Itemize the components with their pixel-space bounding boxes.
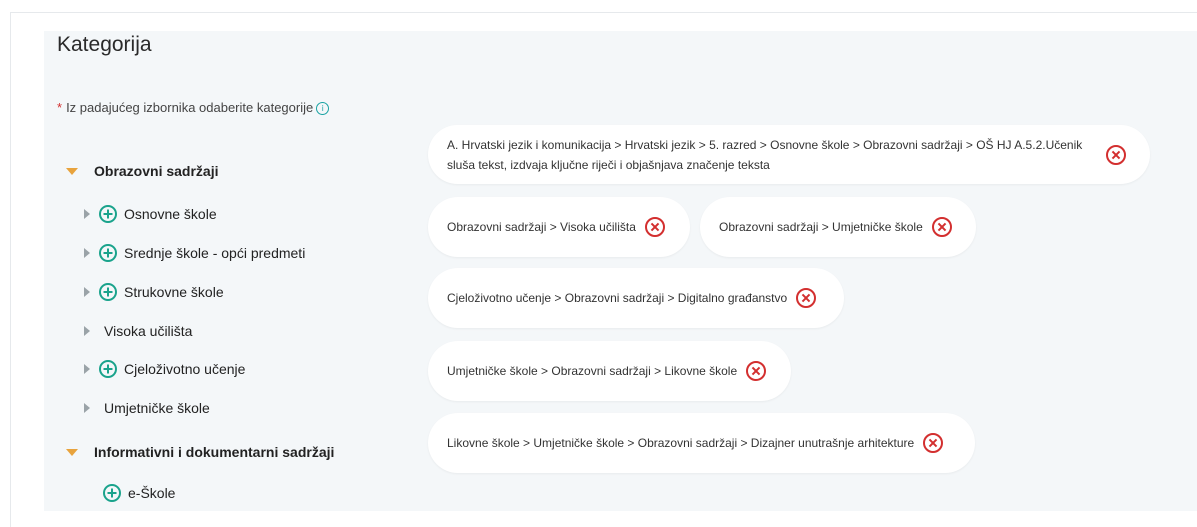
chip-label: Obrazovni sadržaji > Visoka učilišta: [447, 220, 636, 234]
caret-right-icon[interactable]: [84, 209, 90, 219]
tree-item-label: Visoka učilišta: [104, 323, 193, 339]
chip-label: Umjetničke škole > Obrazovni sadržaji > …: [447, 364, 738, 378]
tree-item-osnovne-skole[interactable]: Osnovne škole: [84, 204, 217, 224]
tree-item-label: Osnovne škole: [124, 206, 217, 222]
chip-label: Obrazovni sadržaji > Umjetničke škole: [719, 220, 923, 234]
add-icon[interactable]: [103, 484, 121, 502]
section-title: Kategorija: [57, 33, 152, 56]
tree-item-umjetnicke-skole[interactable]: Umjetničke škole: [84, 398, 210, 418]
instruction: * Iz padajućeg izbornika odaberite katego…: [57, 100, 330, 115]
selected-category-chip: Umjetničke škole > Obrazovni sadržaji > …: [428, 341, 791, 401]
add-icon[interactable]: [99, 205, 117, 223]
tree-item-srednje-skole[interactable]: Srednje škole - opći predmeti: [84, 243, 305, 263]
tree-group-informativni[interactable]: Informativni i dokumentarni sadržaji: [66, 442, 334, 462]
add-icon[interactable]: [99, 244, 117, 262]
remove-icon[interactable]: [746, 361, 767, 381]
remove-icon[interactable]: [931, 217, 952, 237]
caret-right-icon[interactable]: [84, 403, 90, 413]
tree-item-label: e-Škole: [128, 485, 176, 501]
required-mark: *: [57, 100, 63, 115]
selected-category-chip: A. Hrvatski jezik i komunikacija > Hrvat…: [428, 125, 1150, 184]
selected-category-chip: Obrazovni sadržaji > Umjetničke škole: [700, 197, 976, 257]
chip-label: Cjeloživotno učenje > Obrazovni sadržaji…: [447, 291, 788, 305]
chip-label: Likovne škole > Umjetničke škole > Obraz…: [447, 436, 915, 450]
tree-item-cjelozivotno-ucenje[interactable]: Cjeloživotno učenje: [84, 359, 245, 379]
selected-category-chip: Obrazovni sadržaji > Visoka učilišta: [428, 197, 690, 257]
tree-item-visoka-ucilista[interactable]: Visoka učilišta: [84, 321, 192, 341]
tree-item-e-skole[interactable]: e-Škole: [103, 483, 175, 503]
chip-label: A. Hrvatski jezik i komunikacija > Hrvat…: [447, 137, 1083, 172]
remove-icon[interactable]: [796, 288, 817, 308]
caret-down-icon[interactable]: [66, 448, 78, 456]
info-icon[interactable]: i: [316, 102, 330, 115]
tree-group-obrazovni[interactable]: Obrazovni sadržaji: [66, 161, 218, 181]
caret-down-icon[interactable]: [66, 167, 78, 175]
tree-item-strukovne-skole[interactable]: Strukovne škole: [84, 282, 224, 302]
caret-right-icon[interactable]: [84, 364, 90, 374]
tree-group-label: Obrazovni sadržaji: [94, 163, 219, 179]
selected-category-chip: Cjeloživotno učenje > Obrazovni sadržaji…: [428, 268, 844, 328]
caret-right-icon[interactable]: [84, 326, 90, 336]
selected-category-chip: Likovne škole > Umjetničke škole > Obraz…: [428, 413, 975, 473]
add-icon[interactable]: [99, 360, 117, 378]
add-icon[interactable]: [99, 283, 117, 301]
tree-group-label: Informativni i dokumentarni sadržaji: [94, 444, 335, 460]
tree-item-label: Cjeloživotno učenje: [124, 361, 246, 377]
tree-item-label: Srednje škole - opći predmeti: [124, 245, 306, 261]
tree-item-label: Strukovne škole: [124, 284, 224, 300]
remove-icon[interactable]: [1106, 144, 1126, 165]
caret-right-icon[interactable]: [84, 248, 90, 258]
remove-icon[interactable]: [923, 433, 944, 453]
remove-icon[interactable]: [644, 217, 665, 237]
tree-item-label: Umjetničke škole: [104, 400, 210, 416]
caret-right-icon[interactable]: [84, 287, 90, 297]
instruction-text: Iz padajućeg izbornika odaberite kategor…: [66, 100, 314, 115]
